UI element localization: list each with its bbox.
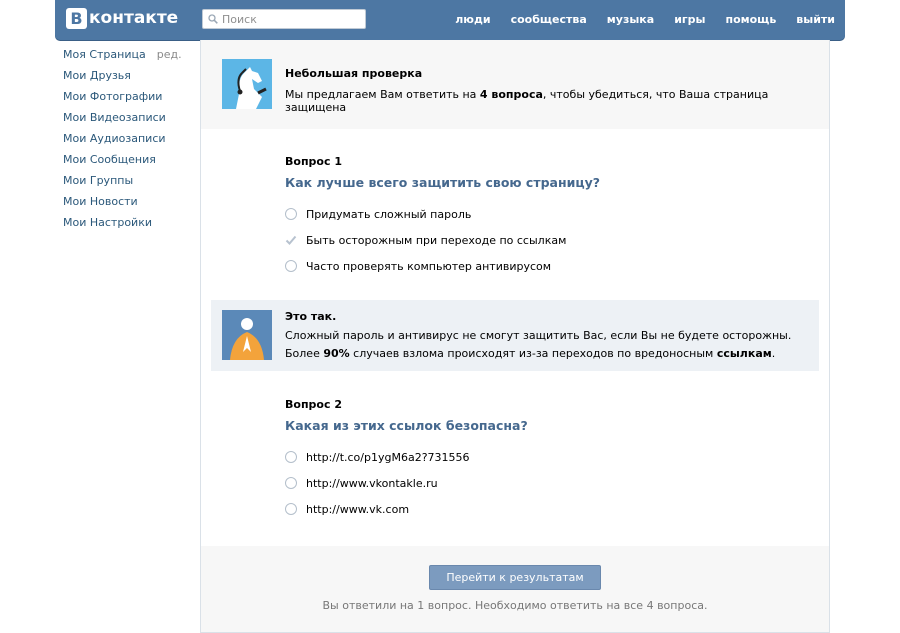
vk-logo[interactable]: В контакте — [66, 7, 178, 29]
nav-help[interactable]: помощь — [725, 13, 776, 26]
option-label: http://t.co/p1ygM6a2?731556 — [306, 450, 470, 464]
option-label: Быть осторожным при переходе по ссылкам — [306, 233, 567, 247]
sidebar-item-videos[interactable]: Мои Видеозаписи — [63, 109, 195, 130]
answer-title: Это так. — [285, 310, 337, 323]
option-label: http://www.vk.com — [306, 502, 410, 516]
nav-logout[interactable]: выйти — [796, 13, 835, 26]
radio-button[interactable] — [285, 208, 297, 220]
answer-text-part: Более — [285, 347, 324, 360]
sidebar-item-audio[interactable]: Мои Аудиозаписи — [63, 130, 195, 151]
q2-option-3[interactable]: http://www.vk.com — [285, 501, 409, 517]
top-header: В контакте люди сообщества музыка игры п… — [55, 0, 845, 40]
intro-text-bold: 4 вопроса — [479, 88, 543, 101]
doctor-horse-icon — [222, 59, 272, 109]
answer-line-1: Сложный пароль и антивирус не смогут защ… — [285, 329, 792, 342]
q2-option-1[interactable]: http://t.co/p1ygM6a2?731556 — [285, 449, 470, 465]
answer-feedback: Это так. Сложный пароль и антивирус не с… — [211, 300, 819, 371]
intro-text: Мы предлагаем Вам ответить на 4 вопроса,… — [285, 88, 829, 114]
sidebar-item-groups[interactable]: Мои Группы — [63, 172, 195, 193]
radio-button[interactable] — [285, 260, 297, 272]
results-footer: Перейти к результатам Вы ответили на 1 в… — [201, 546, 829, 632]
answer-text-bold: 90% — [323, 347, 350, 360]
radio-button[interactable] — [285, 503, 297, 515]
intro-text-part: Мы предлагаем Вам ответить на — [285, 88, 480, 101]
question2-text: Какая из этих ссылок безопасна? — [285, 418, 528, 433]
question1-text: Как лучше всего защитить свою страницу? — [285, 175, 601, 190]
sidebar-item-my-page[interactable]: Моя Страница ред. — [63, 46, 195, 67]
search-icon — [208, 14, 218, 24]
monk-icon — [222, 310, 272, 360]
nav-music[interactable]: музыка — [607, 13, 654, 26]
intro-block: Небольшая проверка Мы предлагаем Вам отв… — [201, 40, 829, 129]
logo-letter: В — [66, 7, 87, 29]
nav-people[interactable]: люди — [455, 13, 490, 26]
option-label: Придумать сложный пароль — [306, 207, 472, 221]
q1-option-3[interactable]: Часто проверять компьютер антивирусом — [285, 258, 551, 274]
checkmark-icon — [285, 234, 297, 246]
nav-games[interactable]: игры — [674, 13, 705, 26]
question2-label: Вопрос 2 — [285, 398, 342, 411]
go-to-results-button[interactable]: Перейти к результатам — [429, 565, 601, 590]
sidebar-item-label[interactable]: Моя Страница — [63, 48, 146, 61]
sidebar-item-photos[interactable]: Мои Фотографии — [63, 88, 195, 109]
radio-button[interactable] — [285, 477, 297, 489]
intro-title: Небольшая проверка — [285, 67, 423, 80]
sidebar-item-news[interactable]: Мои Новости — [63, 193, 195, 214]
q1-option-1[interactable]: Придумать сложный пароль — [285, 206, 471, 222]
logo-text: контакте — [89, 8, 179, 28]
answer-text-bold: ссылкам — [716, 347, 772, 360]
answer-text-part: . — [771, 347, 776, 360]
radio-button[interactable] — [285, 451, 297, 463]
sidebar: Моя Страница ред. Мои Друзья Мои Фотограф… — [63, 46, 195, 235]
sidebar-item-friends[interactable]: Мои Друзья — [63, 67, 195, 88]
search-box[interactable] — [202, 9, 366, 29]
q2-option-2[interactable]: http://www.vkontakle.ru — [285, 475, 438, 491]
search-input[interactable] — [222, 12, 352, 26]
nav-communities[interactable]: сообщества — [511, 13, 587, 26]
answer-status-text: Вы ответили на 1 вопрос. Необходимо отве… — [322, 599, 708, 612]
edit-link[interactable]: ред. — [157, 48, 182, 61]
answer-text-part: случаев взлома происходят из-за переходо… — [349, 347, 717, 360]
answer-line-2: Более 90% случаев взлома происходят из-з… — [285, 347, 775, 360]
option-label: Часто проверять компьютер антивирусом — [306, 259, 552, 273]
q1-option-2[interactable]: Быть осторожным при переходе по ссылкам — [285, 232, 566, 248]
question1-label: Вопрос 1 — [285, 155, 342, 168]
option-label: http://www.vkontakle.ru — [306, 476, 438, 490]
top-nav: люди сообщества музыка игры помощь выйти — [435, 0, 835, 38]
main-content: Небольшая проверка Мы предлагаем Вам отв… — [200, 40, 830, 633]
sidebar-item-messages[interactable]: Мои Сообщения — [63, 151, 195, 172]
sidebar-item-settings[interactable]: Мои Настройки — [63, 214, 195, 235]
